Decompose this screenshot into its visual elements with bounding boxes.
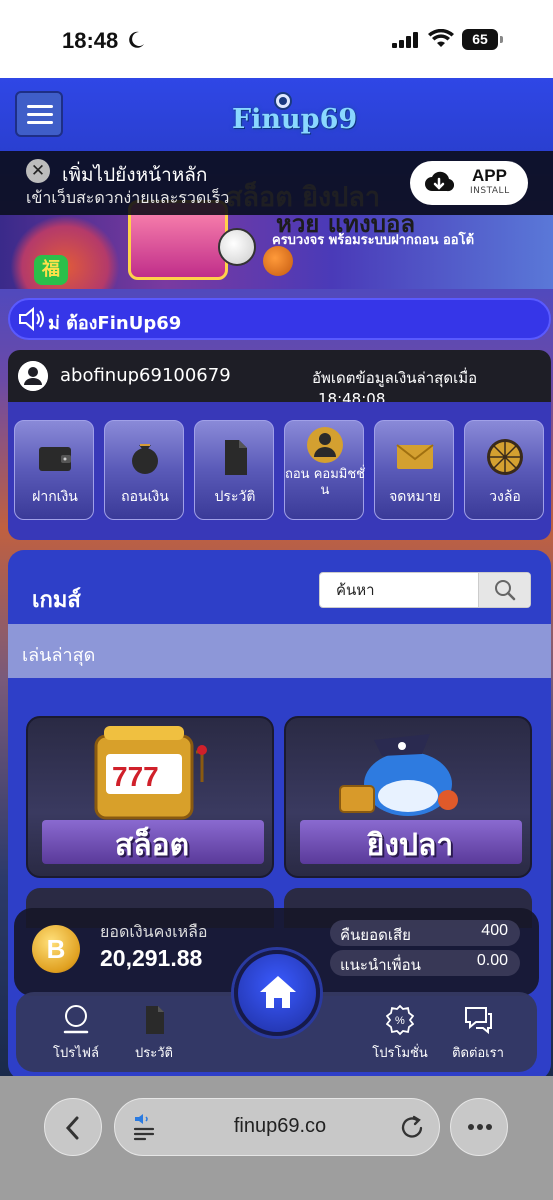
- cashback-stat[interactable]: คืนยอดเสีย 400: [330, 920, 520, 946]
- commission-label: ถอน คอมมิชชั่ น: [285, 467, 365, 498]
- wheel-icon: [487, 439, 523, 475]
- status-bar: 18:48 65: [0, 0, 553, 78]
- update-label: อัพเดตข้อมูลเงินล่าสุดเมื่อ: [312, 369, 478, 387]
- deposit-button[interactable]: ฝากเงิน: [14, 420, 94, 520]
- money-bag-icon: [132, 444, 158, 474]
- logo-text: Finup69: [232, 104, 358, 135]
- user-avatar-icon: [18, 361, 48, 391]
- chat-icon: [465, 1007, 492, 1035]
- moon-icon: [129, 31, 144, 48]
- cloud-download-icon: [425, 171, 454, 192]
- marquee-text: ม่ ต้องFinUp69: [48, 313, 182, 334]
- nav-profile-label: โปรไฟล์: [53, 1046, 99, 1061]
- wallet-icon: [39, 447, 71, 471]
- soccer-ball-icon: [218, 228, 256, 266]
- nav-profile[interactable]: โปรไฟล์: [36, 1002, 116, 1062]
- nav-contact[interactable]: ติดต่อเรา: [438, 1002, 518, 1062]
- withdraw-label: ถอนเงิน: [121, 489, 169, 505]
- fortune-badge: 福: [34, 255, 68, 285]
- withdraw-button[interactable]: ถอนเงิน: [104, 420, 184, 520]
- nav-promotion-label: โปรโมชั่น: [372, 1046, 428, 1061]
- battery-indicator: 65: [462, 29, 503, 50]
- basketball-icon: [263, 246, 293, 276]
- game-search-input[interactable]: [320, 573, 478, 607]
- install-label: INSTALL: [470, 186, 510, 196]
- speaker-icon: [19, 306, 44, 332]
- banner-subtext: ครบวงจร พร้อมระบบฝากถอน ออโต้: [272, 233, 475, 248]
- browser-url: finup69.co: [233, 1115, 327, 1137]
- wheel-button[interactable]: วงล้อ: [464, 420, 544, 520]
- balance-label: ยอดเงินคงเหลือ: [100, 922, 208, 941]
- balance-value: 20,291.88: [100, 945, 203, 971]
- recent-games-label: เล่นล่าสุด: [22, 645, 96, 666]
- mail-label: จดหมาย: [389, 489, 441, 505]
- history-label: ประวัติ: [214, 489, 256, 505]
- reload-icon[interactable]: [399, 1115, 425, 1141]
- profile-icon: [63, 1005, 89, 1034]
- home-button[interactable]: [234, 950, 320, 1036]
- browser-more-button[interactable]: [450, 1098, 508, 1156]
- close-install-prompt-button[interactable]: ✕: [26, 159, 50, 183]
- browser-back-button[interactable]: [44, 1098, 102, 1156]
- referral-value: 0.00: [476, 952, 508, 969]
- wheel-label: วงล้อ: [489, 489, 521, 505]
- commission-icon: [307, 427, 343, 463]
- search-button[interactable]: [478, 573, 530, 607]
- app-label: APP: [472, 166, 507, 185]
- home-icon: [260, 976, 296, 1008]
- deposit-label: ฝากเงิน: [32, 489, 78, 505]
- search-icon: [495, 580, 516, 601]
- reader-audio-icon: [133, 1114, 155, 1141]
- bitcoin-coin-icon: B: [32, 925, 80, 973]
- chevron-left-icon: [65, 1116, 79, 1140]
- hamburger-menu-button[interactable]: [15, 91, 63, 137]
- install-prompt-subtitle: เข้าเว็บสะดวกง่ายและรวดเร็ว: [26, 188, 230, 207]
- history-icon: [146, 1006, 164, 1034]
- banner-headline: สล็อต ยิงปลา: [226, 182, 381, 213]
- commission-withdraw-button[interactable]: ถอน คอมมิชชั่ น: [284, 420, 365, 520]
- nav-promotion[interactable]: % โปรโมชั่น: [360, 1002, 440, 1062]
- slot-label: สล็อต: [114, 828, 190, 863]
- envelope-icon: [396, 444, 434, 469]
- mail-button[interactable]: จดหมาย: [374, 420, 454, 520]
- svg-text:%: %: [395, 1015, 405, 1027]
- wifi-icon: [428, 29, 454, 47]
- slot-machine-icon: 777: [94, 726, 207, 820]
- signal-icon: [392, 32, 418, 48]
- nav-history-label: ประวัติ: [135, 1046, 173, 1061]
- nav-history[interactable]: ประวัติ: [114, 1002, 194, 1062]
- games-title: เกมส์: [32, 588, 81, 613]
- username: abofinup69100679: [60, 365, 231, 386]
- svg-text:777: 777: [112, 761, 159, 792]
- referral-label: แนะนำเพื่อน: [340, 956, 421, 974]
- shark-icon: [339, 734, 458, 816]
- status-time: 18:48: [62, 28, 119, 53]
- fishing-label: ยิงปลา: [366, 828, 454, 863]
- referral-stat[interactable]: แนะนำเพื่อน 0.00: [330, 950, 520, 976]
- app-install-button[interactable]: APP INSTALL: [410, 161, 528, 205]
- cashback-label: คืนยอดเสีย: [340, 926, 411, 944]
- nav-contact-label: ติดต่อเรา: [452, 1046, 504, 1061]
- cashback-value: 400: [481, 922, 508, 939]
- promotion-icon: %: [386, 1004, 414, 1036]
- document-icon: [225, 440, 247, 475]
- history-button[interactable]: ประวัติ: [194, 420, 274, 520]
- more-dots-icon: [468, 1124, 492, 1130]
